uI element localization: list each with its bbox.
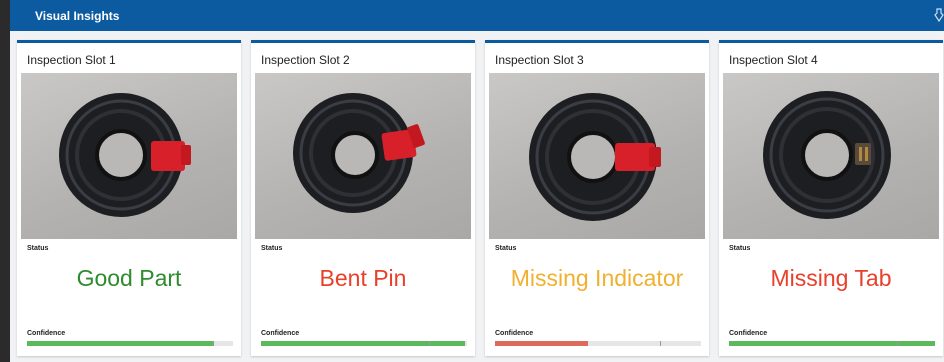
status-label: Status [261, 245, 283, 252]
confidence-bar [27, 341, 233, 346]
status-value: Bent Pin [319, 265, 407, 291]
inspection-card: Inspection Slot 1 Status Good Part Confi… [17, 40, 241, 356]
part-photo [489, 73, 705, 239]
inspection-card: Inspection Slot 2 Status Bent Pin Confid… [251, 40, 475, 356]
status-value: Missing Tab [770, 265, 892, 291]
clock-spring-part-image [763, 91, 891, 219]
confidence-threshold-tick [660, 341, 661, 346]
tool-icon[interactable] [934, 8, 944, 22]
slot-title: Inspection Slot 2 [261, 53, 350, 67]
part-photo [255, 73, 471, 239]
confidence-bar-fill [261, 341, 465, 346]
part-photo [21, 73, 237, 239]
slot-title: Inspection Slot 4 [729, 53, 818, 67]
inspection-card: Inspection Slot 3 Status Missing Indicat… [485, 40, 709, 356]
confidence-bar [495, 341, 701, 346]
status-label: Status [729, 245, 751, 252]
status-value: Missing Indicator [510, 265, 684, 291]
part-photo [723, 73, 939, 239]
confidence-bar-fill [495, 341, 588, 346]
page-title: Visual Insights [35, 9, 120, 23]
slot-title: Inspection Slot 1 [27, 53, 116, 67]
status-value: Good Part [76, 265, 182, 291]
slot-title: Inspection Slot 3 [495, 53, 584, 67]
clock-spring-part-image [529, 93, 661, 221]
confidence-bar-fill [27, 341, 215, 346]
confidence-bar-fill [729, 341, 935, 346]
confidence-label: Confidence [729, 330, 768, 337]
inspection-card: Inspection Slot 4 Status Missing Tab Con… [719, 40, 943, 356]
clock-spring-part-image [293, 93, 425, 213]
clock-spring-part-image [59, 93, 191, 217]
confidence-bar [261, 341, 467, 346]
confidence-threshold-tick [212, 341, 213, 346]
confidence-label: Confidence [261, 330, 300, 337]
confidence-bar [729, 341, 935, 346]
header-bar: Visual Insights [10, 0, 944, 31]
confidence-threshold-tick [429, 341, 430, 346]
confidence-label: Confidence [495, 330, 534, 337]
status-label: Status [27, 245, 49, 252]
confidence-label: Confidence [27, 330, 66, 337]
dashboard-frame: Visual Insights Inspection Slot 1 Status… [10, 0, 944, 362]
confidence-threshold-tick [897, 341, 898, 346]
status-label: Status [495, 245, 517, 252]
